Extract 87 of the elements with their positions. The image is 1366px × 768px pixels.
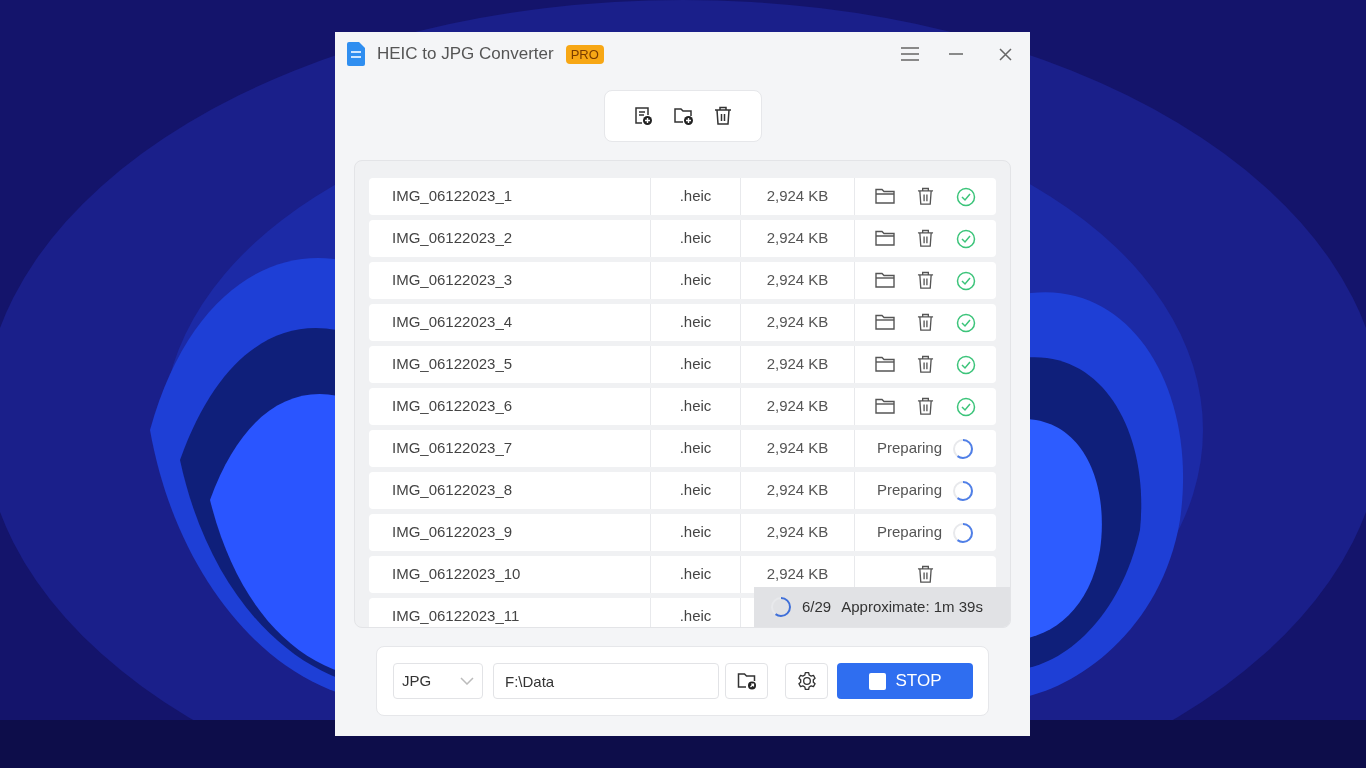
trash-icon[interactable] bbox=[917, 397, 934, 416]
trash-icon[interactable] bbox=[917, 229, 934, 248]
window-title: HEIC to JPG Converter bbox=[377, 43, 554, 66]
file-row[interactable]: IMG_06122023_2 .heic 2,924 KB bbox=[369, 220, 996, 257]
trash-icon[interactable] bbox=[917, 355, 934, 374]
file-extension: .heic bbox=[679, 270, 712, 291]
trash-icon[interactable] bbox=[714, 106, 732, 126]
format-dropdown[interactable]: JPG bbox=[393, 663, 483, 699]
file-size: 2,924 KB bbox=[766, 186, 829, 207]
trash-icon[interactable] bbox=[917, 313, 934, 332]
file-name: IMG_06122023_1 bbox=[392, 186, 513, 207]
file-size: 2,924 KB bbox=[766, 354, 829, 375]
progress-count: 6/29 bbox=[802, 596, 832, 617]
stop-button[interactable]: STOP bbox=[837, 663, 973, 699]
file-name: IMG_06122023_5 bbox=[392, 354, 513, 375]
check-circle-icon bbox=[956, 312, 976, 333]
file-size: 2,924 KB bbox=[766, 438, 829, 459]
trash-icon[interactable] bbox=[917, 565, 934, 584]
check-circle-icon bbox=[956, 396, 976, 417]
folder-icon[interactable] bbox=[875, 230, 895, 247]
folder-icon[interactable] bbox=[875, 398, 895, 415]
file-name: IMG_06122023_10 bbox=[392, 564, 521, 585]
file-extension: .heic bbox=[679, 438, 712, 459]
file-name: IMG_06122023_8 bbox=[392, 480, 513, 501]
file-extension: .heic bbox=[679, 354, 712, 375]
file-name: IMG_06122023_2 bbox=[392, 228, 513, 249]
menu-icon[interactable] bbox=[901, 47, 919, 61]
file-extension: .heic bbox=[679, 522, 712, 543]
spinner-icon bbox=[952, 479, 974, 502]
spinner-icon bbox=[952, 437, 974, 460]
app-logo-icon bbox=[347, 42, 365, 66]
file-size: 2,924 KB bbox=[766, 270, 829, 291]
output-path-field[interactable]: F:\Data bbox=[493, 663, 719, 699]
pro-badge: PRO bbox=[565, 44, 604, 64]
folder-icon[interactable] bbox=[875, 356, 895, 373]
time-estimate: Approximate: 1m 39s bbox=[841, 596, 983, 617]
file-size: 2,924 KB bbox=[766, 228, 829, 249]
file-extension: .heic bbox=[679, 564, 712, 585]
file-extension: .heic bbox=[679, 312, 712, 333]
file-size: 2,924 KB bbox=[766, 396, 829, 417]
check-circle-icon bbox=[956, 354, 976, 375]
file-row[interactable]: IMG_06122023_8 .heic 2,924 KB Preparing bbox=[369, 472, 996, 509]
chevron-down-icon bbox=[460, 677, 474, 685]
folder-icon[interactable] bbox=[875, 188, 895, 205]
file-name: IMG_06122023_6 bbox=[392, 396, 513, 417]
stop-icon bbox=[868, 672, 886, 690]
file-size: 2,924 KB bbox=[766, 312, 829, 333]
add-folder-icon[interactable] bbox=[673, 106, 694, 126]
file-row[interactable]: IMG_06122023_10 .heic 2,924 KB bbox=[369, 556, 996, 593]
file-row[interactable]: IMG_06122023_9 .heic 2,924 KB Preparing bbox=[369, 514, 996, 551]
file-name: IMG_06122023_4 bbox=[392, 312, 513, 333]
check-circle-icon bbox=[956, 228, 976, 249]
settings-icon bbox=[796, 671, 817, 691]
file-size: 2,924 KB bbox=[766, 480, 829, 501]
file-size: 2,924 KB bbox=[766, 522, 829, 543]
check-circle-icon bbox=[956, 270, 976, 291]
file-extension: .heic bbox=[679, 396, 712, 417]
add-file-icon[interactable] bbox=[633, 106, 653, 126]
status-text: Preparing bbox=[876, 480, 942, 501]
folder-icon bbox=[736, 672, 757, 690]
file-row[interactable]: IMG_06122023_3 .heic 2,924 KB bbox=[369, 262, 996, 299]
file-row[interactable]: IMG_06122023_1 .heic 2,924 KB bbox=[369, 178, 996, 215]
file-name: IMG_06122023_9 bbox=[392, 522, 513, 543]
file-name: IMG_06122023_3 bbox=[392, 270, 513, 291]
file-extension: .heic bbox=[679, 228, 712, 249]
file-row[interactable]: IMG_06122023_7 .heic 2,924 KB Preparing bbox=[369, 430, 996, 467]
file-extension: .heic bbox=[679, 480, 712, 501]
file-row[interactable]: IMG_06122023_4 .heic 2,924 KB bbox=[369, 304, 996, 341]
spinner-icon bbox=[952, 521, 974, 544]
file-name: IMG_06122023_11 bbox=[392, 606, 520, 627]
file-name: IMG_06122023_7 bbox=[392, 438, 513, 459]
file-row[interactable]: IMG_06122023_5 .heic 2,924 KB bbox=[369, 346, 996, 383]
trash-icon[interactable] bbox=[917, 271, 934, 290]
browse-folder-button[interactable] bbox=[725, 663, 768, 699]
status-text: Preparing bbox=[876, 438, 942, 459]
settings-button[interactable] bbox=[785, 663, 828, 699]
spinner-icon bbox=[770, 596, 792, 618]
file-size: 2,924 KB bbox=[766, 564, 829, 585]
folder-icon[interactable] bbox=[875, 314, 895, 331]
close-icon[interactable] bbox=[999, 47, 1012, 61]
file-extension: .heic bbox=[679, 186, 712, 207]
trash-icon[interactable] bbox=[917, 187, 934, 206]
status-text: Preparing bbox=[876, 522, 942, 543]
file-row[interactable]: IMG_06122023_6 .heic 2,924 KB bbox=[369, 388, 996, 425]
folder-icon[interactable] bbox=[875, 272, 895, 289]
check-circle-icon bbox=[956, 186, 976, 207]
file-extension: .heic bbox=[679, 606, 712, 627]
